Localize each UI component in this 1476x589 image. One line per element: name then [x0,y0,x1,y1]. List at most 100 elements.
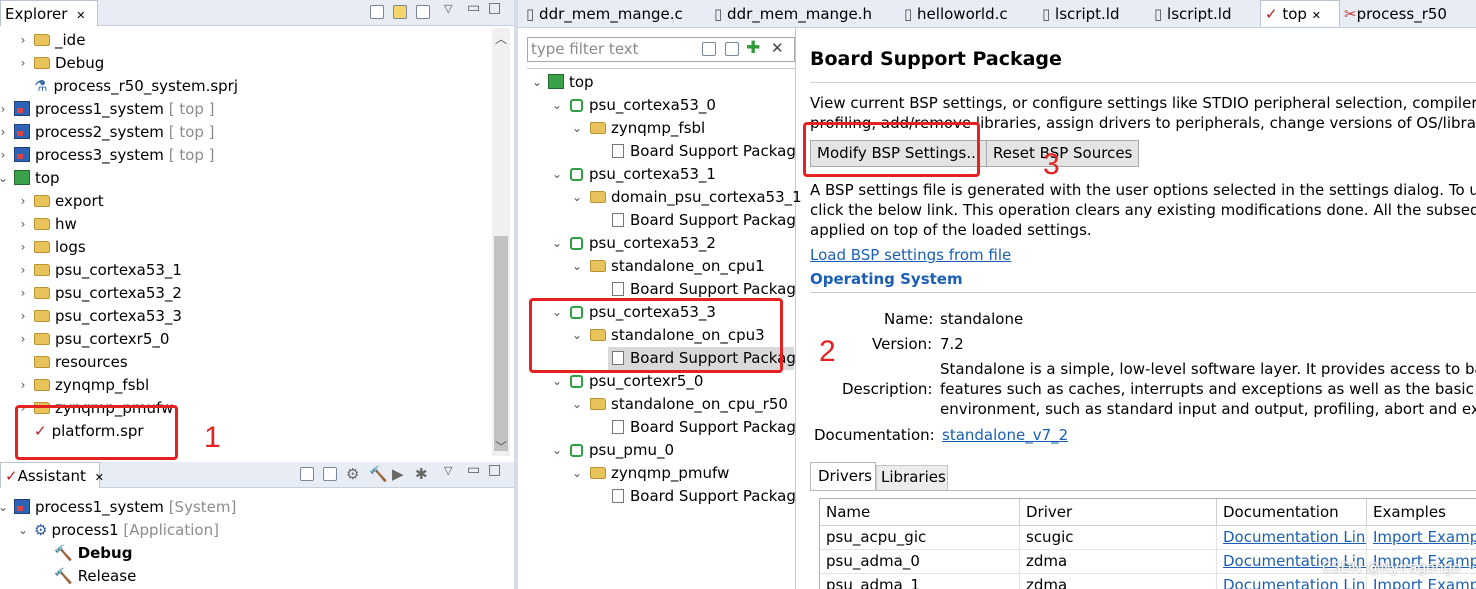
chevron-right-icon[interactable]: › [16,236,30,259]
chevron-down-icon[interactable]: ⌄ [550,232,564,255]
tree-item[interactable]: › process2_system [ top ] [0,121,215,144]
tree-item[interactable]: › _ide [16,29,86,52]
chevron-down-icon[interactable]: ⌄ [550,370,564,393]
collapse-all-icon[interactable] [702,42,716,56]
tree-item[interactable]: › psu_cortexa53_3 [16,305,182,328]
settings-icon[interactable]: ⚙ [346,465,359,483]
tree-item[interactable]: Board Support Packag [612,485,796,508]
chevron-down-icon[interactable]: ⌄ [570,393,584,416]
tree-item[interactable]: Board Support Packag [612,140,796,163]
tree-item[interactable]: ⌄ psu_pmu_0 [550,439,674,462]
chevron-right-icon[interactable]: › [16,305,30,328]
editor-tab-top[interactable]: ✓ top ✕ [1260,0,1340,26]
documentation-link[interactable]: Documentation Link [1217,526,1367,549]
libraries-tab[interactable]: Libraries [876,465,948,490]
chevron-right-icon[interactable]: › [0,121,10,144]
chevron-down-icon[interactable]: ⌄ [550,163,564,186]
tree-item[interactable]: ⌄ ⚙ process1 [Application] [16,519,219,542]
editor-tab[interactable]: ▯ ddr_mem_mange.c [522,1,683,27]
import-examples-link[interactable]: Import Examples [1367,574,1476,589]
column-header-name[interactable]: Name [820,499,1020,525]
chevron-right-icon[interactable]: › [0,144,10,167]
close-icon[interactable]: ✕ [1312,9,1321,22]
tree-item[interactable]: › hw [16,213,77,236]
close-icon[interactable]: ✕ [95,471,104,484]
maximize-icon[interactable]: □ [488,0,501,16]
tree-item[interactable]: ⌄ process1_system [System] [0,496,236,519]
expand-icon[interactable] [323,467,337,481]
filter-icon[interactable] [416,5,430,19]
documentation-link[interactable]: Documentation Link [1217,574,1367,589]
editor-tab[interactable]: ▯ helloworld.c [900,1,1008,27]
remove-icon[interactable]: ✕ [771,39,784,57]
tree-item[interactable]: ⌄ psu_cortexa53_2 [550,232,716,255]
chevron-right-icon[interactable]: › [16,259,30,282]
filter-input[interactable]: type filter text ✚ ✕ [527,37,795,62]
minimize-icon[interactable]: ▭ [467,462,480,478]
explorer-scrollbar[interactable]: ︿ ﹀ [492,28,510,456]
chevron-down-icon[interactable]: ⌄ [570,462,584,485]
debug-icon[interactable]: ✱ [415,465,428,483]
tree-item[interactable]: resources [16,351,128,374]
tree-item[interactable]: › psu_cortexr5_0 [16,328,170,351]
tree-item[interactable]: › zynqmp_fsbl [16,374,150,397]
tree-item[interactable]: 🔨 Debug [54,542,132,565]
import-examples-link[interactable]: Import Examples [1367,526,1476,549]
chevron-down-icon[interactable]: ⌄ [16,519,30,542]
expand-all-icon[interactable] [725,42,739,56]
drivers-tab[interactable]: Drivers [810,462,876,490]
reset-bsp-sources-button[interactable]: Reset BSP Sources [986,140,1140,167]
chevron-down-icon[interactable]: ⌄ [570,186,584,209]
chevron-right-icon[interactable]: › [16,29,30,52]
chevron-down-icon[interactable]: ⌄ [550,439,564,462]
chevron-right-icon[interactable]: › [16,328,30,351]
tree-item[interactable]: › psu_cortexa53_1 [16,259,182,282]
chevron-down-icon[interactable]: ⌄ [550,94,564,117]
editor-tab[interactable]: ▯ lscript.ld [1150,1,1231,27]
maximize-icon[interactable]: □ [488,462,501,478]
chevron-down-icon[interactable]: ⌄ [0,167,10,190]
tree-item[interactable]: ⌄ top [530,71,594,94]
scroll-down-icon[interactable]: ﹀ [495,438,507,455]
explorer-tab[interactable]: Explorer ✕ [0,0,98,26]
load-bsp-settings-link[interactable]: Load BSP settings from file [810,246,1011,264]
tree-item[interactable]: ⌄ zynqmp_fsbl [570,117,705,140]
column-header-documentation[interactable]: Documentation [1217,499,1367,525]
chevron-right-icon[interactable]: › [16,374,30,397]
chevron-right-icon[interactable]: › [16,52,30,75]
scroll-thumb[interactable] [494,236,508,451]
tree-item[interactable]: ⌄ domain_psu_cortexa53_1 [570,186,802,209]
tree-item[interactable]: › logs [16,236,86,259]
build-icon[interactable]: 🔨 [369,465,388,483]
add-icon[interactable]: ✚ [746,38,760,58]
tree-item[interactable]: ⌄ psu_cortexr5_0 [550,370,703,393]
close-icon[interactable]: ✕ [76,9,85,22]
tree-item[interactable]: ⌄ top [0,167,60,190]
link-editor-icon[interactable] [393,5,407,19]
run-icon[interactable]: ▶ [392,465,404,483]
collapse-all-icon[interactable] [370,5,384,19]
tree-item[interactable]: ⌄ standalone_on_cpu_r50 [570,393,788,416]
chevron-right-icon[interactable]: › [16,282,30,305]
documentation-link[interactable]: standalone_v7_2 [942,426,1068,444]
tree-item[interactable]: ⚗ process_r50_system.sprj [34,75,238,98]
tree-item[interactable]: Board Support Packag [612,209,796,232]
minimize-icon[interactable]: ▭ [467,0,480,16]
editor-tab[interactable]: ✂process_r50 [1340,1,1447,27]
chevron-right-icon[interactable]: › [16,190,30,213]
chevron-down-icon[interactable]: ⌄ [0,496,10,519]
tree-item[interactable]: ⌄ psu_cortexa53_1 [550,163,716,186]
editor-tab[interactable]: ▯ ddr_mem_mange.h [710,1,872,27]
tree-item[interactable]: ⌄ zynqmp_pmufw [570,462,729,485]
tree-item[interactable]: › Debug [16,52,105,75]
tree-item[interactable]: › export [16,190,104,213]
tree-item[interactable]: › process1_system [ top ] [0,98,215,121]
tree-item[interactable]: Board Support Packag [612,416,796,439]
tree-item[interactable]: ⌄ standalone_on_cpu1 [570,255,765,278]
collapse-icon[interactable] [300,467,314,481]
chevron-right-icon[interactable]: › [16,213,30,236]
chevron-right-icon[interactable]: › [0,98,10,121]
tree-item[interactable]: ⌄ psu_cortexa53_0 [550,94,716,117]
chevron-down-icon[interactable]: ⌄ [530,71,544,94]
column-header-examples[interactable]: Examples [1367,499,1476,525]
